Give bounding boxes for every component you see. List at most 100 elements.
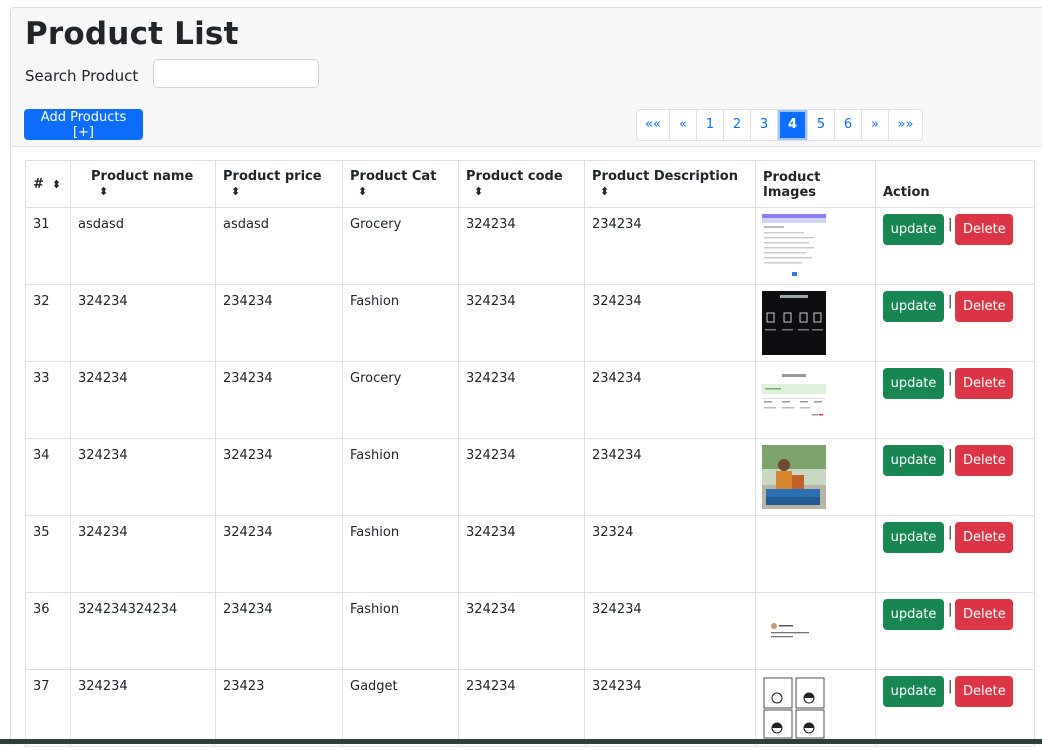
page-first[interactable]: «« [637,110,670,140]
cell-code: 324234 [458,438,585,516]
action-separator: | [948,294,953,309]
sort-icon: ⬍ [99,185,109,198]
cell-desc: 324234 [584,284,756,362]
cell-id: 36 [25,592,71,670]
table-row: 32 324234 234234 Fashion 324234 324234 update |… [25,284,1035,362]
cell-id: 32 [25,284,71,362]
page-1[interactable]: 1 [697,110,724,140]
cell-desc: 234234 [584,438,756,516]
col-header-price[interactable]: Product price⬍ [215,160,343,208]
col-header-cat[interactable]: Product Cat⬍ [342,160,459,208]
delete-button[interactable]: Delete [955,291,1014,322]
page-4[interactable]: 4 [778,110,808,140]
pagination: «« « 1 2 3 4 5 6 » »» [636,109,923,141]
table-row: 36 324234324234 234234 Fashion 324234 324234 u… [25,592,1035,670]
cell-image [755,207,876,285]
cell-code: 234234 [458,669,585,747]
action-separator: | [948,602,953,617]
sort-icon: ⬍ [231,185,241,198]
cell-desc: 234234 [584,361,756,439]
page-2[interactable]: 2 [724,110,751,140]
cell-name: 324234 [70,515,216,593]
cell-code: 324234 [458,515,585,593]
product-image [762,291,869,355]
search-input[interactable] [153,59,319,88]
action-separator: | [948,525,953,540]
cell-name: 324234 [70,361,216,439]
cell-name: 324234 [70,669,216,747]
delete-button[interactable]: Delete [955,522,1014,553]
action-separator: | [948,371,953,386]
cell-desc: 324234 [584,669,756,747]
cell-price: 234234 [215,284,343,362]
cell-name: asdasd [70,207,216,285]
cell-desc: 324234 [584,592,756,670]
cell-cat: Grocery [342,361,459,439]
update-button[interactable]: update [883,214,944,245]
cell-code: 324234 [458,592,585,670]
page-prev[interactable]: « [670,110,697,140]
action-separator: | [948,448,953,463]
cell-cat: Gadget [342,669,459,747]
cell-price: 234234 [215,592,343,670]
product-image [762,214,869,278]
cell-image [755,361,876,439]
cell-code: 324234 [458,284,585,362]
search-label: Search Product [25,67,139,85]
action-separator: | [948,679,953,694]
cell-image [755,438,876,516]
cell-cat: Grocery [342,207,459,285]
cell-desc: 234234 [584,207,756,285]
cell-desc: 32324 [584,515,756,593]
update-button[interactable]: update [883,522,944,553]
page-next[interactable]: » [862,110,889,140]
page-5[interactable]: 5 [808,110,835,140]
update-button[interactable]: update [883,291,944,322]
cell-name: 324234324234 [70,592,216,670]
page-6[interactable]: 6 [835,110,862,140]
add-products-button[interactable]: Add Products [+] [24,109,143,140]
col-header-description[interactable]: Product Description⬍ [584,160,756,208]
col-header-action: Action [875,160,1035,208]
cell-image [755,592,876,670]
page-title: Product List [25,16,239,52]
table-row: 33 324234 234234 Grocery 324234 234234 update |… [25,361,1035,439]
product-panel: Product List Search Product Add Products… [10,7,1042,747]
cell-action: update | Delete [875,438,1035,516]
col-header-name[interactable]: Product name⬍ [70,160,216,208]
cell-action: update | Delete [875,207,1035,285]
delete-button[interactable]: Delete [955,368,1014,399]
table-header-row: # ⬍ Product name⬍ Product price⬍ Product … [25,160,1035,208]
cell-cat: Fashion [342,515,459,593]
cell-cat: Fashion [342,438,459,516]
col-header-id[interactable]: # ⬍ [25,160,71,208]
sort-icon: ⬍ [600,185,610,198]
cell-action: update | Delete [875,361,1035,439]
delete-button[interactable]: Delete [955,445,1014,476]
cell-price: asdasd [215,207,343,285]
col-header-code[interactable]: Product code⬍ [458,160,585,208]
action-separator: | [948,217,953,232]
cell-cat: Fashion [342,592,459,670]
product-image [762,445,869,509]
update-button[interactable]: update [883,599,944,630]
cell-action: update | Delete [875,592,1035,670]
col-header-images: Product Images [755,160,876,208]
delete-button[interactable]: Delete [955,214,1014,245]
cell-id: 33 [25,361,71,439]
bottom-bar [0,739,1042,744]
cell-action: update | Delete [875,284,1035,362]
delete-button[interactable]: Delete [955,599,1014,630]
update-button[interactable]: update [883,676,944,707]
table-row: 37 324234 23423 Gadget 234234 324234 update | De… [25,669,1035,747]
update-button[interactable]: update [883,445,944,476]
page-3[interactable]: 3 [751,110,778,140]
header-panel: Product List Search Product Add Products… [11,8,1042,147]
cell-image [755,669,876,747]
update-button[interactable]: update [883,368,944,399]
cell-cat: Fashion [342,284,459,362]
page-last[interactable]: »» [889,110,922,140]
delete-button[interactable]: Delete [955,676,1014,707]
cell-name: 324234 [70,438,216,516]
product-image [762,599,869,663]
